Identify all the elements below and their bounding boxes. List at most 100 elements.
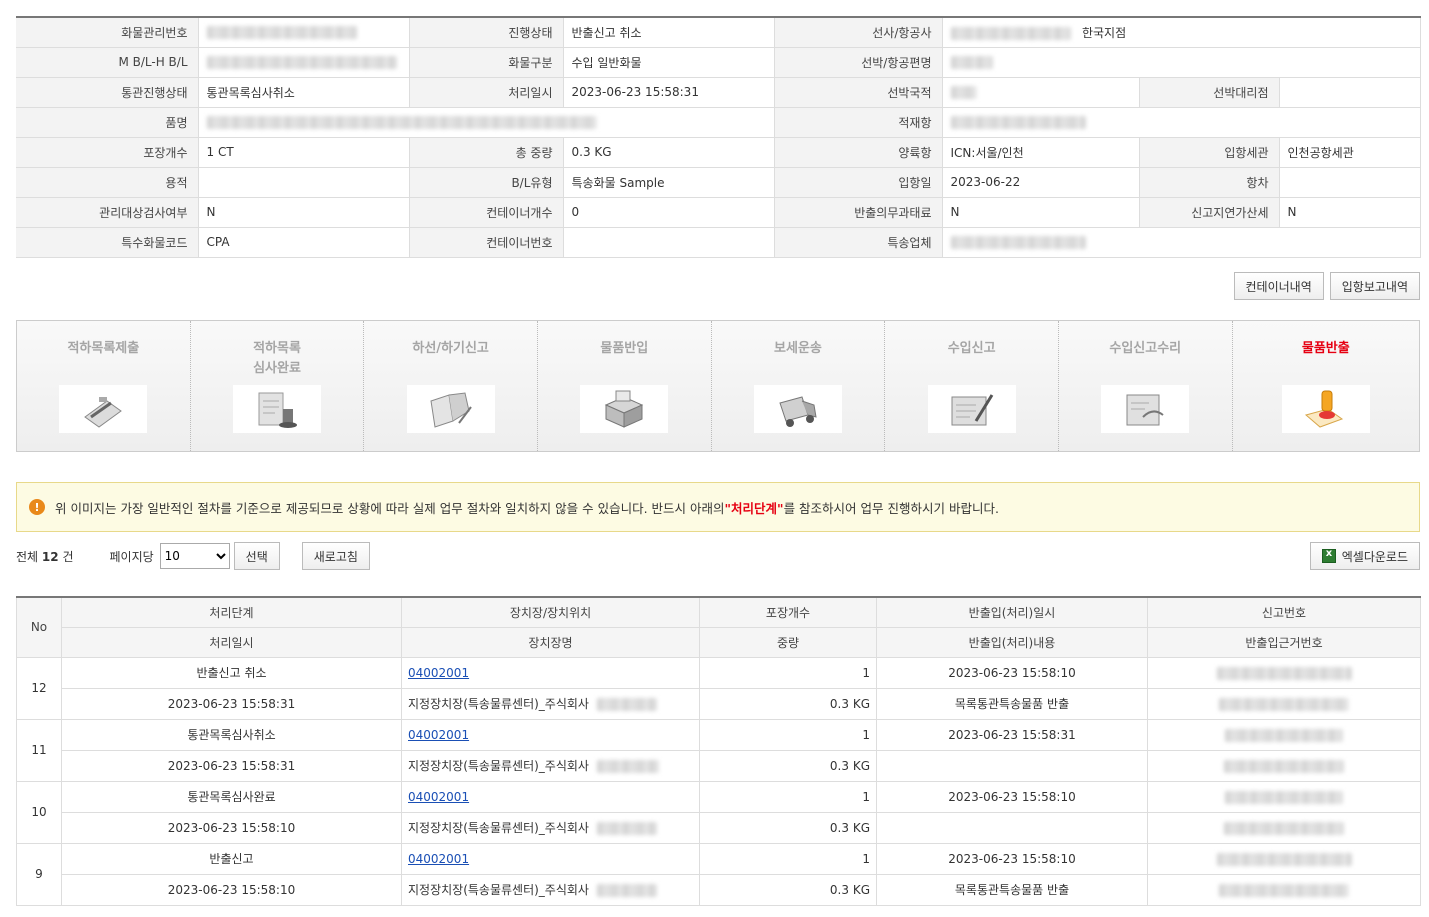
row-warehouse: 04002001: [401, 656, 700, 689]
special-code-label: 특수화물코드: [16, 227, 198, 258]
row-step: 통관목록심사취소: [61, 718, 402, 751]
row-io-content: 목록통관특송물품 반출: [876, 687, 1148, 720]
warehouse-code-link[interactable]: 04002001: [408, 790, 469, 804]
row-no: 9: [16, 842, 62, 906]
open-book-icon: [406, 385, 495, 433]
row-proc-date: 2023-06-23 15:58:10: [61, 811, 402, 844]
step-import-approval: 수입신고수리: [1058, 321, 1233, 451]
row-warehouse-name: 지정장치장(특송물류센터)_주식회사: [401, 687, 700, 720]
step-label: 물품반입: [600, 341, 649, 356]
col-step: 처리단계: [61, 597, 402, 628]
entry-date-label: 입항일: [774, 167, 942, 198]
mbl-value: [197, 47, 410, 78]
release-duty-value: N: [941, 197, 1140, 228]
container-no-value: [562, 227, 775, 258]
table-row: 9 반출신고 04002001 1 2023-06-23 15:58:10: [16, 842, 1421, 906]
table-row: 2023-06-23 15:58:31 지정장치장(특송물류센터)_주식회사 0…: [17, 749, 1421, 782]
table-head-row: No 처리단계 장치장/장치위치 포장개수 반출입(처리)일시 신고번호: [16, 597, 1421, 658]
row-weight: 0.3 KG: [699, 687, 877, 720]
weight-value: 0.3 KG: [562, 137, 775, 168]
notice-highlight: "처리단계": [724, 500, 784, 516]
row-warehouse-name: 지정장치장(특송물류센터)_주식회사: [401, 811, 700, 844]
row-io-content: [876, 749, 1148, 782]
step-bonded-transport: 보세운송: [711, 321, 886, 451]
inspect-label: 관리대상검사여부: [16, 197, 198, 228]
step-manifest-submit: 적하목록제출: [17, 321, 191, 451]
agent-label: 선박대리점: [1139, 77, 1279, 108]
bl-type-value: 특송화물 Sample: [562, 167, 775, 198]
table-row: 12 반출신고 취소 04002001 1 2023-06-23 15:58:1…: [16, 656, 1421, 720]
row-warehouse: 04002001: [401, 842, 700, 875]
row-pkg: 1: [699, 780, 877, 813]
unloading-port-label: 양륙항: [774, 137, 942, 168]
row-warehouse: 04002001: [401, 780, 700, 813]
row-io-basis: [1147, 687, 1421, 720]
warehouse-code-link[interactable]: 04002001: [408, 666, 469, 680]
volume-value: [197, 167, 410, 198]
cargo-type-value: 수입 일반화물: [562, 47, 775, 78]
notice-text-before: 위 이미지는 가장 일반적인 절차를 기준으로 제공되므로 상황에 따라 실제 …: [55, 500, 725, 516]
step-label: 하선/하기신고: [412, 341, 489, 356]
excel-download-button[interactable]: 엑셀다운로드: [1309, 542, 1420, 570]
pkg-value: 1 CT: [197, 137, 410, 168]
step-label-line2: 심사완료: [253, 361, 301, 376]
cargo-tracking-page: 화물관리번호 진행상태 반출신고 취소 선사/항공사 한국지점 M B/L-H …: [16, 16, 1421, 906]
special-code-value: CPA: [197, 227, 410, 258]
per-page-select[interactable]: 10: [159, 543, 230, 569]
per-page-label: 페이지당: [109, 549, 154, 564]
container-history-button[interactable]: 컨테이너내역: [1233, 272, 1324, 300]
approval-document-icon: [1101, 385, 1190, 433]
container-cnt-value: 0: [562, 197, 775, 228]
nationality-value: [941, 77, 1140, 108]
item-label: 품명: [16, 107, 198, 138]
pkg-label: 포장개수: [16, 137, 198, 168]
signing-document-icon: [927, 385, 1016, 433]
col-proc-date: 처리일시: [61, 627, 402, 658]
cargo-info-table: 화물관리번호 진행상태 반출신고 취소 선사/항공사 한국지점 M B/L-H …: [16, 16, 1421, 258]
customs-status-value: 통관목록심사취소: [197, 77, 410, 108]
info-button-row: 컨테이너내역 입항보고내역: [1233, 272, 1420, 300]
loading-port-label: 적재항: [774, 107, 942, 138]
status-label: 진행상태: [409, 17, 563, 48]
truck-icon: [753, 385, 842, 433]
step-manifest-review: 적하목록 심사완료: [190, 321, 365, 451]
list-controls: 전체 12 건 페이지당 10 선택 새로고침 엑셀다운로드: [16, 542, 1420, 570]
step-label: 수입신고수리: [1109, 341, 1182, 356]
row-io-basis: [1147, 873, 1421, 906]
row-io-content: 목록통관특송물품 반출: [876, 873, 1148, 906]
step-goods-release: 물품반출: [1232, 321, 1420, 451]
customs-status-label: 통관진행상태: [16, 77, 198, 108]
row-step: 반출신고: [61, 842, 402, 875]
row-pkg: 1: [699, 718, 877, 751]
col-report-no: 신고번호: [1147, 597, 1421, 628]
table-row: 2023-06-23 15:58:10 지정장치장(특송물류센터)_주식회사 0…: [17, 811, 1421, 844]
refresh-button[interactable]: 새로고침: [301, 542, 370, 570]
select-button[interactable]: 선택: [233, 542, 280, 570]
warehouse-code-link[interactable]: 04002001: [408, 852, 469, 866]
row-proc-date: 2023-06-23 15:58:31: [61, 749, 402, 782]
proc-date-label: 처리일시: [409, 77, 563, 108]
row-report-no: [1147, 842, 1421, 875]
row-io-basis: [1147, 749, 1421, 782]
table-row: 10 통관목록심사완료 04002001 1 2023-06-23 15:58:…: [16, 780, 1421, 844]
col-warehouse-name: 장치장명: [401, 627, 700, 658]
row-no: 11: [16, 718, 62, 782]
step-label: 물품반출: [1301, 341, 1350, 356]
container-cnt-label: 컨테이너개수: [409, 197, 563, 228]
row-io-basis: [1147, 811, 1421, 844]
total-count: 전체 12 건: [16, 549, 74, 564]
table-row: 2023-06-23 15:58:31 지정장치장(특송물류센터)_주식회사 0…: [17, 687, 1421, 720]
row-proc-date: 2023-06-23 15:58:10: [61, 873, 402, 906]
table-head-row-2: 처리일시 장치장명 중량 반출입(처리)내용 반출입근거번호: [17, 627, 1421, 658]
status-value: 반출신고 취소: [562, 17, 775, 48]
col-pkg: 포장개수: [699, 597, 877, 628]
step-goods-intake: 물품반입: [537, 321, 712, 451]
warehouse-code-link[interactable]: 04002001: [408, 728, 469, 742]
row-weight: 0.3 KG: [699, 811, 877, 844]
entry-report-button[interactable]: 입항보고내역: [1329, 272, 1420, 300]
table-row: 11 통관목록심사취소 04002001 1 2023-06-23 15:58:…: [16, 718, 1421, 782]
row-report-no: [1147, 718, 1421, 751]
volume-label: 용적: [16, 167, 198, 198]
release-duty-label: 반출의무과태료: [774, 197, 942, 228]
entry-customs-label: 입항세관: [1139, 137, 1279, 168]
